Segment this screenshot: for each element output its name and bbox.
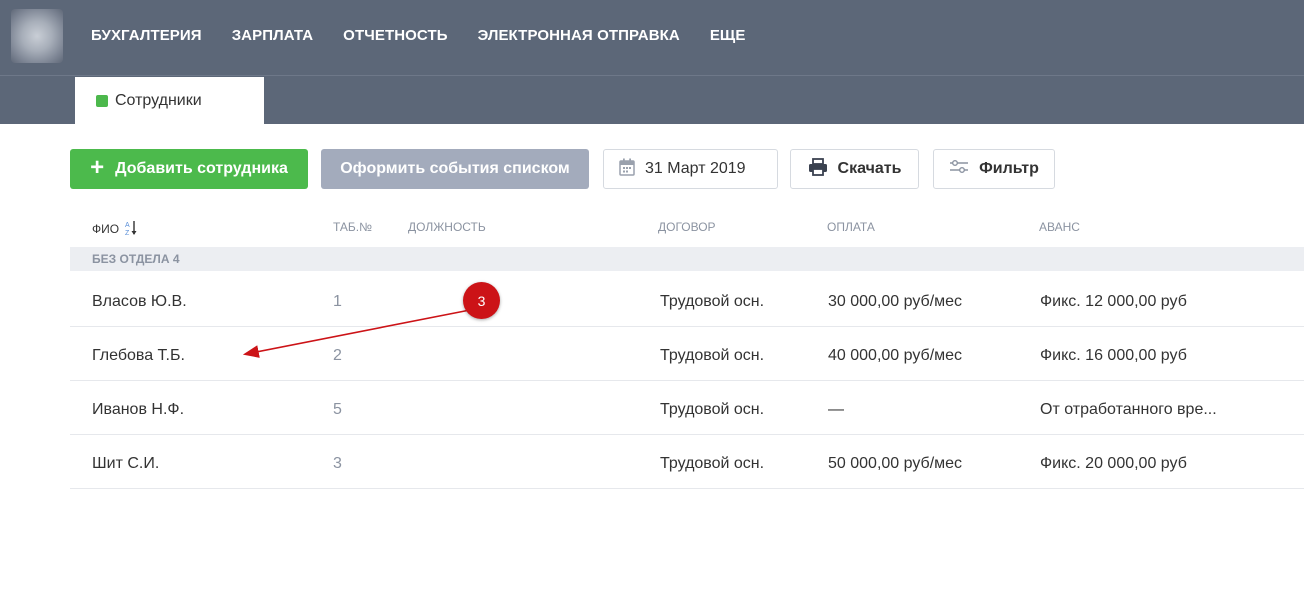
annotation-badge: 3 — [463, 282, 500, 319]
annotation-arrow — [242, 309, 471, 358]
